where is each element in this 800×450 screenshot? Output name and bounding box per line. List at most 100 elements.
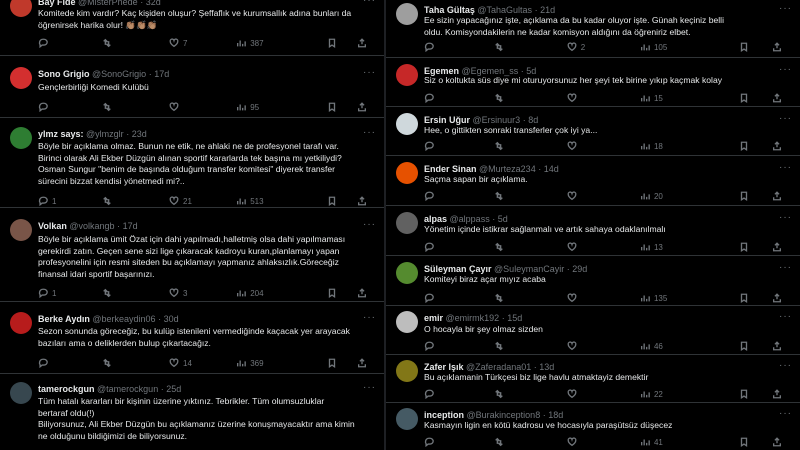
username[interactable]: @volkangb (69, 221, 114, 231)
display-name[interactable]: Taha Gültaş (424, 5, 475, 15)
share-button[interactable] (772, 140, 782, 152)
retweet-button[interactable] (102, 37, 116, 49)
reply-button[interactable] (424, 41, 438, 53)
retweet-button[interactable] (494, 340, 508, 352)
views-button[interactable]: 105 (640, 41, 667, 53)
more-options-icon[interactable]: ··· (779, 311, 792, 322)
username[interactable]: @Murteza234 (479, 164, 536, 174)
like-button[interactable] (567, 190, 581, 202)
retweet-button[interactable] (494, 241, 508, 253)
username[interactable]: @SonoGrigio (92, 69, 146, 79)
display-name[interactable]: Süleyman Çayır (424, 264, 492, 274)
timestamp[interactable]: 5d (498, 214, 508, 224)
reply-tweet[interactable]: Ender Sinan @Murteza234 · 14d ··· Saçma sa… (386, 156, 800, 206)
timestamp[interactable]: 25d (166, 384, 181, 394)
share-button[interactable] (772, 41, 782, 53)
display-name[interactable]: Sono Grigio (38, 69, 90, 79)
views-button[interactable]: 22 (640, 388, 663, 400)
reply-tweet[interactable]: tamerockgun @tamerockgun · 25d ··· Tüm hat… (0, 374, 384, 450)
bookmark-button[interactable] (739, 292, 749, 304)
more-options-icon[interactable]: ··· (363, 0, 376, 6)
views-button[interactable]: 46 (640, 340, 663, 352)
username[interactable]: @ylmzglr (86, 129, 124, 139)
reply-tweet[interactable]: Sono Grigio @SonoGrigio · 17d ··· Gençlerb… (0, 56, 384, 118)
retweet-button[interactable] (494, 292, 508, 304)
avatar[interactable] (10, 67, 32, 89)
timestamp[interactable]: 13d (539, 362, 554, 372)
reply-button[interactable] (424, 340, 438, 352)
more-options-icon[interactable]: ··· (779, 360, 792, 371)
share-button[interactable] (357, 357, 367, 369)
share-button[interactable] (357, 37, 367, 49)
reply-button[interactable] (38, 101, 52, 113)
reply-tweet[interactable]: Taha Gültaş @TahaGultas · 21d ··· Ee sizin… (386, 0, 800, 58)
timestamp[interactable]: 23d (132, 129, 147, 139)
reply-button[interactable]: 1 (38, 195, 56, 207)
views-button[interactable]: 41 (640, 436, 663, 448)
avatar[interactable] (396, 262, 418, 284)
username[interactable]: @berkeaydin06 (92, 314, 155, 324)
avatar[interactable] (396, 162, 418, 184)
reply-tweet[interactable]: Zafer Işık @Zaferadana01 · 13d ··· Bu açık… (386, 355, 800, 403)
timestamp[interactable]: 14d (544, 164, 559, 174)
bookmark-button[interactable] (739, 436, 749, 448)
more-options-icon[interactable]: ··· (779, 162, 792, 173)
display-name[interactable]: Ender Sinan (424, 164, 477, 174)
avatar[interactable] (10, 127, 32, 149)
bookmark-button[interactable] (327, 195, 337, 207)
username[interactable]: @alppass (450, 214, 490, 224)
bookmark-button[interactable] (739, 340, 749, 352)
share-button[interactable] (357, 287, 367, 299)
reply-tweet[interactable]: Volkan @volkangb · 17d ··· Böyle bir açıkl… (0, 208, 384, 302)
views-button[interactable]: 18 (640, 140, 663, 152)
like-button[interactable] (567, 436, 581, 448)
views-button[interactable]: 15 (640, 92, 663, 104)
share-button[interactable] (772, 190, 782, 202)
username[interactable]: @MisterPhede (78, 0, 138, 7)
username[interactable]: @Zaferadana01 (466, 362, 531, 372)
retweet-button[interactable] (102, 287, 116, 299)
reply-tweet[interactable]: Süleyman Çayır @SuleymanCayir · 29d ··· Ko… (386, 256, 800, 306)
timestamp[interactable]: 29d (572, 264, 587, 274)
like-button[interactable] (567, 340, 581, 352)
views-button[interactable]: 95 (236, 101, 259, 113)
reply-button[interactable] (424, 436, 438, 448)
timestamp[interactable]: 17d (123, 221, 138, 231)
like-button[interactable]: 14 (169, 357, 192, 369)
reply-tweet[interactable]: emir @emirmk192 · 15d ··· O hocayla bir şe… (386, 306, 800, 355)
username[interactable]: @Ersinuur3 (473, 115, 521, 125)
timestamp[interactable]: 30d (164, 314, 179, 324)
timestamp[interactable]: 18d (548, 410, 563, 420)
bookmark-button[interactable] (327, 287, 337, 299)
avatar[interactable] (396, 311, 418, 333)
bookmark-button[interactable] (739, 388, 749, 400)
like-button[interactable]: 7 (169, 37, 187, 49)
like-button[interactable] (567, 241, 581, 253)
share-button[interactable] (772, 340, 782, 352)
views-button[interactable]: 204 (236, 287, 264, 299)
reply-button[interactable] (38, 357, 52, 369)
avatar[interactable] (396, 113, 418, 135)
share-button[interactable] (772, 92, 782, 104)
timestamp[interactable]: 17d (154, 69, 169, 79)
display-name[interactable]: Ersin Uğur (424, 115, 470, 125)
more-options-icon[interactable]: ··· (363, 67, 376, 78)
more-options-icon[interactable]: ··· (779, 64, 792, 75)
reply-button[interactable]: 1 (38, 287, 56, 299)
timestamp[interactable]: 21d (540, 5, 555, 15)
like-button[interactable] (567, 388, 581, 400)
retweet-button[interactable] (102, 195, 116, 207)
like-button[interactable] (567, 140, 581, 152)
bookmark-button[interactable] (739, 140, 749, 152)
share-button[interactable] (772, 241, 782, 253)
timestamp[interactable]: 15d (507, 313, 522, 323)
more-options-icon[interactable]: ··· (363, 312, 376, 323)
reply-button[interactable] (424, 241, 438, 253)
views-button[interactable]: 387 (236, 37, 264, 49)
avatar[interactable] (10, 219, 32, 241)
like-button[interactable] (567, 92, 581, 104)
display-name[interactable]: alpas (424, 214, 447, 224)
avatar[interactable] (396, 212, 418, 234)
share-button[interactable] (772, 436, 782, 448)
reply-button[interactable] (424, 92, 438, 104)
